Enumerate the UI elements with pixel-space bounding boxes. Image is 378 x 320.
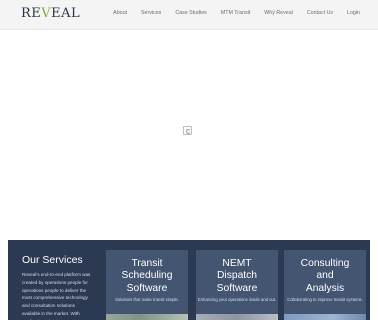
card-subtitle: Enhancing your operations inside and out…	[197, 297, 277, 302]
nav-item-case-studies[interactable]: Case Studies	[175, 10, 207, 16]
service-card-transit-scheduling[interactable]: Transit Scheduling Software Solutions th…	[106, 250, 188, 320]
site-header: REVEAL About Services Case Studies MTM T…	[0, 0, 378, 30]
services-section: Our Services Reveal’s end-to-end platfor…	[8, 240, 370, 320]
nav-item-login[interactable]: Login	[347, 10, 360, 16]
reveal-logo[interactable]: REVEAL	[21, 5, 80, 23]
card-title: Transit Scheduling Software	[121, 258, 173, 294]
logo-text-accent: V	[41, 6, 52, 21]
service-card-consulting[interactable]: Consulting and Analysis Collaborating to…	[284, 250, 366, 320]
card-subtitle: Collaborating to improve transit systems…	[287, 297, 363, 302]
page: REVEAL About Services Case Studies MTM T…	[0, 0, 378, 320]
services-description: Reveal’s end-to-end platform was created…	[22, 272, 91, 320]
logo-text-end: EAL	[51, 6, 81, 21]
loading-spinner-icon	[183, 126, 192, 135]
nav-item-contact-us[interactable]: Contact Us	[307, 10, 333, 16]
card-image	[106, 314, 188, 320]
nav-item-why-reveal[interactable]: Why Reveal	[264, 10, 293, 16]
card-subtitle: Solutions that make transit simple.	[115, 297, 179, 302]
logo-text-start: RE	[21, 6, 42, 21]
card-image	[196, 314, 278, 320]
services-heading: Our Services	[22, 254, 83, 266]
nav-item-about[interactable]: About	[113, 10, 127, 16]
card-title: Consulting and Analysis	[300, 258, 350, 294]
card-title: NEMT Dispatch Software	[216, 258, 258, 294]
card-image	[284, 314, 366, 320]
nav-item-mtm-transit[interactable]: MTM Transit	[221, 10, 250, 16]
main-nav: About Services Case Studies MTM Transit …	[99, 10, 360, 16]
nav-item-services[interactable]: Services	[141, 10, 161, 16]
service-card-nemt-dispatch[interactable]: NEMT Dispatch Software Enhancing your op…	[196, 250, 278, 320]
